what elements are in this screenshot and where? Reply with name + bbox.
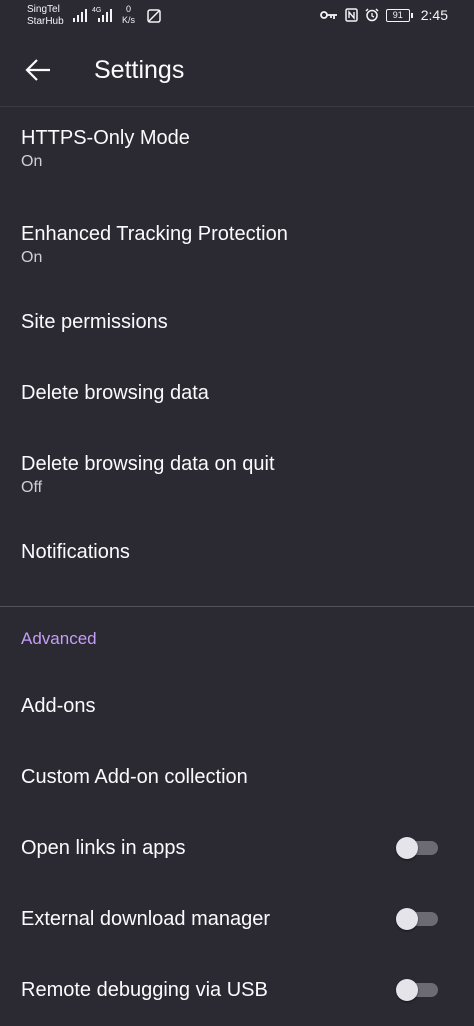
category-advanced: Advanced	[0, 607, 474, 671]
nfc-icon	[345, 8, 358, 22]
alarm-icon	[365, 8, 379, 22]
pref-title: Enhanced Tracking Protection	[21, 223, 288, 245]
pref-title: Site permissions	[21, 311, 168, 333]
toggle-thumb	[396, 979, 418, 1001]
pref-site-permissions[interactable]: Site permissions	[0, 299, 474, 370]
pref-title: Custom Add-on collection	[21, 766, 248, 788]
pref-title: HTTPS-Only Mode	[21, 127, 190, 149]
pref-title: Delete browsing data	[21, 382, 209, 404]
pref-custom-addon-collection[interactable]: Custom Add-on collection	[0, 742, 474, 813]
pref-tracking-protection[interactable]: Enhanced Tracking Protection On	[0, 203, 474, 299]
pref-summary: Off	[21, 479, 43, 496]
carrier-2: StarHub	[27, 16, 64, 27]
pref-delete-on-quit[interactable]: Delete browsing data on quit Off	[0, 441, 474, 536]
toggle-thumb	[396, 908, 418, 930]
status-right-group: 91 2:45	[319, 7, 448, 23]
pref-external-download-manager[interactable]: External download manager	[0, 884, 474, 955]
toggle-thumb	[396, 837, 418, 859]
pref-title: Notifications	[21, 541, 130, 563]
back-button[interactable]	[16, 48, 60, 92]
signal-strength-icon	[73, 9, 87, 22]
arrow-left-icon	[25, 59, 50, 81]
pref-delete-browsing-data[interactable]: Delete browsing data	[0, 370, 474, 441]
pref-notifications[interactable]: Notifications	[0, 536, 474, 606]
battery-icon: 91	[385, 8, 413, 22]
app-bar: Settings	[0, 34, 474, 107]
clock: 2:45	[420, 7, 448, 23]
speed-unit: K/s	[122, 15, 136, 25]
pref-summary: On	[21, 249, 43, 266]
pref-title: Add-ons	[21, 695, 96, 717]
remote-debugging-toggle[interactable]	[396, 979, 438, 1001]
category-header: Advanced	[21, 629, 97, 648]
vpn-key-icon	[319, 11, 337, 19]
open-links-toggle[interactable]	[396, 837, 438, 859]
page-title: Settings	[94, 56, 185, 84]
carrier-1: SingTel	[27, 4, 60, 15]
no-sim-icon	[147, 9, 161, 23]
settings-list: HTTPS-Only Mode On Enhanced Tracking Pro…	[0, 107, 474, 1026]
carrier-info: SingTel StarHub	[27, 4, 64, 28]
pref-title: Delete browsing data on quit	[21, 453, 275, 475]
network-speed: 0 K/s	[122, 4, 135, 26]
pref-https-only[interactable]: HTTPS-Only Mode On	[0, 107, 474, 203]
pref-remote-debugging[interactable]: Remote debugging via USB	[0, 955, 474, 1026]
pref-addons[interactable]: Add-ons	[0, 671, 474, 742]
pref-open-links-in-apps[interactable]: Open links in apps	[0, 813, 474, 884]
pref-summary: On	[21, 153, 43, 170]
signal-strength-2-icon	[98, 9, 112, 22]
status-bar: SingTel StarHub 4G 0 K/s 91 2:45	[0, 0, 474, 34]
external-download-toggle[interactable]	[396, 908, 438, 930]
speed-value: 0	[126, 4, 132, 14]
